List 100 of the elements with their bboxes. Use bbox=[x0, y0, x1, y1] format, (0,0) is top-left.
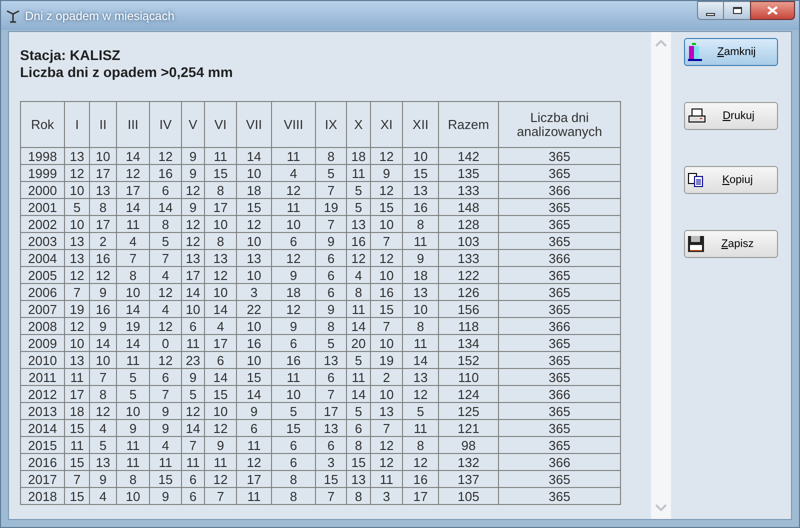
table-cell: 11 bbox=[116, 436, 150, 454]
table-cell: 122 bbox=[438, 266, 498, 284]
table-cell: 5 bbox=[346, 352, 370, 368]
table-cell: 7 bbox=[90, 368, 116, 386]
table-cell: 365 bbox=[498, 420, 620, 436]
table-cell: 4 bbox=[272, 164, 316, 182]
column-header: Rok bbox=[20, 102, 64, 148]
table-cell: 13 bbox=[402, 182, 438, 198]
table-cell: 7 bbox=[64, 284, 90, 300]
table-cell: 9 bbox=[116, 420, 150, 436]
table-cell: 9 bbox=[272, 318, 316, 334]
table-cell: 98 bbox=[438, 436, 498, 454]
table-cell: 12 bbox=[116, 164, 150, 182]
table-cell: 7 bbox=[316, 386, 346, 402]
table-cell: 17 bbox=[204, 334, 236, 352]
table-cell: 13 bbox=[64, 250, 90, 266]
table-cell: 16 bbox=[150, 164, 182, 182]
table-cell: 12 bbox=[90, 402, 116, 420]
close-button[interactable] bbox=[750, 1, 795, 20]
table-cell: 1998 bbox=[20, 148, 64, 164]
table-cell: 22 bbox=[236, 300, 272, 318]
table-cell: 12 bbox=[150, 284, 182, 300]
table-cell: 366 bbox=[498, 386, 620, 402]
table-cell: 12 bbox=[90, 266, 116, 284]
table-cell: 9 bbox=[236, 402, 272, 420]
table-cell: 20 bbox=[346, 334, 370, 352]
copy-button[interactable]: Kopiuj bbox=[684, 166, 778, 194]
column-header: IX bbox=[316, 102, 346, 148]
table-cell: 5 bbox=[116, 368, 150, 386]
table-cell: 3 bbox=[236, 284, 272, 300]
table-cell: 14 bbox=[116, 198, 150, 216]
table-cell: 365 bbox=[498, 368, 620, 386]
table-cell: 9 bbox=[182, 164, 204, 182]
table-cell: 125 bbox=[438, 402, 498, 420]
table-cell: 15 bbox=[346, 454, 370, 470]
table-cell: 11 bbox=[236, 436, 272, 454]
table-cell: 11 bbox=[236, 488, 272, 504]
table-cell: 13 bbox=[204, 250, 236, 266]
table-cell: 17 bbox=[90, 164, 116, 182]
table-cell: 15 bbox=[316, 470, 346, 488]
table-cell: 134 bbox=[438, 334, 498, 352]
table-cell: 2 bbox=[90, 232, 116, 250]
table-cell: 2 bbox=[370, 368, 402, 386]
table-cell: 8 bbox=[316, 148, 346, 164]
column-header: Razem bbox=[438, 102, 498, 148]
table-cell: 11 bbox=[204, 454, 236, 470]
table-cell: 4 bbox=[90, 488, 116, 504]
print-button[interactable]: Drukuj bbox=[684, 102, 778, 130]
table-cell: 7 bbox=[370, 420, 402, 436]
table-cell: 366 bbox=[498, 318, 620, 334]
table-cell: 2003 bbox=[20, 232, 64, 250]
table-cell: 18 bbox=[402, 266, 438, 284]
table-cell: 2018 bbox=[20, 488, 64, 504]
table-cell: 11 bbox=[204, 148, 236, 164]
table-cell: 103 bbox=[438, 232, 498, 250]
table-cell: 11 bbox=[182, 334, 204, 352]
save-button[interactable]: Zapisz bbox=[684, 230, 778, 258]
table-cell: 366 bbox=[498, 454, 620, 470]
table-cell: 137 bbox=[438, 470, 498, 488]
table-cell: 13 bbox=[346, 470, 370, 488]
table-cell: 19 bbox=[316, 198, 346, 216]
table-cell: 365 bbox=[498, 470, 620, 488]
table-cell: 110 bbox=[438, 368, 498, 386]
table-cell: 2006 bbox=[20, 284, 64, 300]
table-cell: 5 bbox=[346, 182, 370, 198]
table-cell: 17 bbox=[236, 470, 272, 488]
table-cell: 365 bbox=[498, 232, 620, 250]
table-cell: 8 bbox=[204, 182, 236, 198]
table-cell: 10 bbox=[64, 182, 90, 198]
maximize-button[interactable] bbox=[724, 1, 750, 20]
table-cell: 12 bbox=[64, 164, 90, 182]
table-cell: 366 bbox=[498, 250, 620, 266]
table-cell: 10 bbox=[64, 216, 90, 232]
table-cell: 4 bbox=[116, 232, 150, 250]
table-cell: 7 bbox=[182, 436, 204, 454]
table-cell: 13 bbox=[182, 250, 204, 266]
table-cell: 128 bbox=[438, 216, 498, 232]
table-cell: 18 bbox=[272, 284, 316, 300]
table-cell: 12 bbox=[272, 182, 316, 198]
close-button[interactable]: Zamknij bbox=[684, 38, 778, 66]
table-cell: 2012 bbox=[20, 386, 64, 402]
table-cell: 365 bbox=[498, 436, 620, 454]
table-cell: 12 bbox=[182, 232, 204, 250]
table-cell: 8 bbox=[402, 318, 438, 334]
table-cell: 0 bbox=[150, 334, 182, 352]
table-cell: 5 bbox=[90, 436, 116, 454]
table-cell: 11 bbox=[182, 454, 204, 470]
table-cell: 156 bbox=[438, 300, 498, 318]
table-cell: 15 bbox=[150, 470, 182, 488]
table-cell: 16 bbox=[236, 334, 272, 352]
table-cell: 11 bbox=[116, 352, 150, 368]
table-cell: 133 bbox=[438, 250, 498, 266]
table-cell: 10 bbox=[370, 334, 402, 352]
table-cell: 10 bbox=[402, 148, 438, 164]
building-icon bbox=[688, 43, 702, 61]
table-cell: 6 bbox=[182, 318, 204, 334]
table-cell: 2010 bbox=[20, 352, 64, 368]
minimize-button[interactable] bbox=[697, 1, 724, 20]
table-cell: 12 bbox=[346, 250, 370, 266]
table-cell: 9 bbox=[204, 436, 236, 454]
